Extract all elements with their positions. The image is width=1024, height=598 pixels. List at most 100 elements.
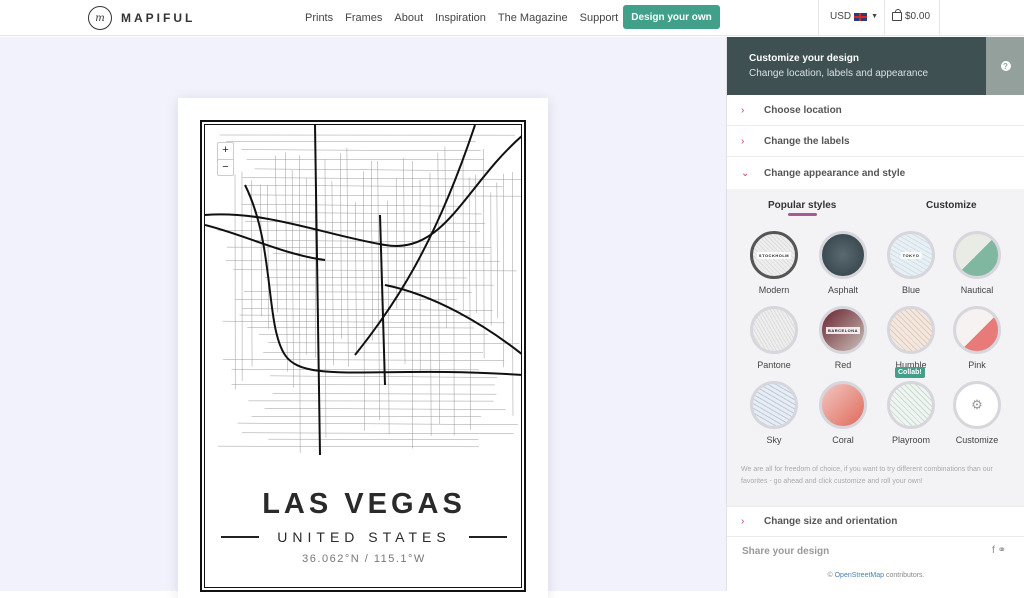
style-thumbnail-city: BARCELONA	[826, 327, 860, 334]
section-appearance[interactable]: ⌄ Change appearance and style	[727, 158, 1024, 189]
city-map[interactable]: + −	[205, 125, 522, 470]
section-label: Change size and orientation	[764, 516, 897, 527]
style-option[interactable]: TOKYO Blue	[883, 231, 939, 295]
divider	[818, 0, 819, 36]
style-option[interactable]: Nautical	[949, 231, 1005, 295]
osm-suffix: contributors.	[886, 572, 925, 579]
poster-country-row: UNITED STATES	[205, 529, 522, 545]
style-option[interactable]: Pantone	[746, 306, 802, 370]
style-thumbnail: TOKYO	[887, 231, 935, 279]
panel-header: Customize your design Change location, l…	[727, 37, 986, 95]
style-label: Red	[815, 360, 871, 370]
cart-button[interactable]: $0.00	[892, 11, 930, 22]
poster-inner-frame: + − LAS VEGAS UNITED STATES 36.062°N / 1…	[204, 124, 522, 588]
style-label: Pantone	[746, 360, 802, 370]
divider	[221, 536, 259, 538]
style-label: Asphalt	[815, 285, 871, 295]
divider	[939, 0, 940, 36]
style-label: Sky	[746, 435, 802, 445]
style-thumbnail	[953, 306, 1001, 354]
style-label: Coral	[815, 435, 871, 445]
section-label: Change appearance and style	[764, 168, 905, 179]
map-streets	[205, 125, 522, 470]
nav-prints[interactable]: Prints	[305, 12, 333, 24]
style-thumbnail-city: TOKYO	[901, 252, 922, 259]
style-option[interactable]: ⚙ Customize	[949, 381, 1005, 445]
poster-frame: + − LAS VEGAS UNITED STATES 36.062°N / 1…	[200, 120, 526, 592]
poster-coordinates: 36.062°N / 115.1°W	[205, 553, 522, 565]
style-thumbnail	[887, 381, 935, 429]
style-option[interactable]: Sky	[746, 381, 802, 445]
uk-flag-icon	[854, 13, 867, 21]
zoom-out-button[interactable]: −	[218, 159, 233, 175]
poster-country-name: UNITED STATES	[277, 529, 450, 545]
section-label: Choose location	[764, 105, 842, 116]
nav-inspiration[interactable]: Inspiration	[435, 12, 486, 24]
chevron-right-icon: ›	[741, 105, 764, 116]
style-thumbnail: BARCELONA	[819, 306, 867, 354]
nav-support[interactable]: Support	[580, 12, 619, 24]
style-label: Blue	[883, 285, 939, 295]
currency-selector[interactable]: USD ▼	[830, 11, 878, 22]
section-size-orientation[interactable]: › Change size and orientation	[727, 506, 1024, 537]
link-icon[interactable]: ⚭	[998, 545, 1006, 556]
style-thumbnail	[819, 381, 867, 429]
copyright-sign: ©	[827, 572, 832, 579]
nav-frames[interactable]: Frames	[345, 12, 382, 24]
style-thumbnail	[887, 306, 935, 354]
nav-about[interactable]: About	[394, 12, 423, 24]
cart-total: $0.00	[905, 11, 930, 22]
share-label: Share your design	[742, 546, 829, 557]
currency-label: USD	[830, 11, 851, 22]
caret-down-icon: ▼	[871, 13, 878, 20]
style-thumbnail	[750, 381, 798, 429]
design-your-own-button[interactable]: Design your own	[623, 5, 720, 29]
divider	[884, 0, 885, 36]
top-navigation-bar: m MAPIFUL Prints Frames About Inspiratio…	[0, 0, 1024, 36]
osm-attribution: © OpenStreetMap contributors.	[727, 572, 1024, 579]
chevron-down-icon: ⌄	[741, 168, 764, 179]
nav-magazine[interactable]: The Magazine	[498, 12, 568, 24]
style-thumbnail-city: STOCKHOLM	[757, 252, 791, 259]
style-thumbnail: STOCKHOLM	[750, 231, 798, 279]
style-option[interactable]: Humble	[883, 306, 939, 370]
style-label: Customize	[949, 435, 1005, 445]
style-option[interactable]: Collab!Playroom	[883, 381, 939, 445]
main-nav: Prints Frames About Inspiration The Maga…	[305, 0, 630, 36]
styles-area: Popular styles Customize STOCKHOLM Modern…	[727, 189, 1024, 506]
share-icons: f ⚭	[992, 545, 1006, 556]
section-change-labels[interactable]: › Change the labels	[727, 126, 1024, 157]
facebook-icon[interactable]: f	[992, 545, 995, 556]
style-option[interactable]: BARCELONA Red	[815, 306, 871, 370]
collab-badge: Collab!	[895, 367, 925, 378]
style-label: Nautical	[949, 285, 1005, 295]
section-label: Change the labels	[764, 136, 850, 147]
poster-preview-area: + − LAS VEGAS UNITED STATES 36.062°N / 1…	[0, 37, 726, 591]
customize-panel: Customize your design Change location, l…	[726, 37, 1024, 591]
shopping-bag-icon	[892, 12, 902, 21]
style-option[interactable]: Asphalt	[815, 231, 871, 295]
help-icon: ?	[1001, 61, 1011, 71]
tab-popular-styles[interactable]: Popular styles	[768, 200, 836, 211]
gear-icon: ⚙	[953, 381, 1001, 429]
chevron-right-icon: ›	[741, 516, 764, 527]
style-option[interactable]: STOCKHOLM Modern	[746, 231, 802, 295]
style-label: Playroom	[883, 435, 939, 445]
tab-customize[interactable]: Customize	[926, 200, 977, 211]
mapiful-logo[interactable]: m MAPIFUL	[88, 6, 195, 30]
style-label: Pink	[949, 360, 1005, 370]
style-label: Modern	[746, 285, 802, 295]
active-tab-indicator	[788, 213, 817, 216]
help-button[interactable]: ?	[986, 37, 1024, 95]
zoom-in-button[interactable]: +	[218, 143, 233, 159]
panel-title: Customize your design	[749, 53, 986, 64]
logo-mark-icon: m	[88, 6, 112, 30]
chevron-right-icon: ›	[741, 136, 764, 147]
osm-link[interactable]: OpenStreetMap	[835, 572, 884, 579]
style-option[interactable]: Pink	[949, 306, 1005, 370]
section-choose-location[interactable]: › Choose location	[727, 95, 1024, 126]
poster: + − LAS VEGAS UNITED STATES 36.062°N / 1…	[178, 98, 548, 598]
style-thumbnail	[750, 306, 798, 354]
poster-city-name: LAS VEGAS	[205, 488, 522, 521]
style-option[interactable]: Coral	[815, 381, 871, 445]
